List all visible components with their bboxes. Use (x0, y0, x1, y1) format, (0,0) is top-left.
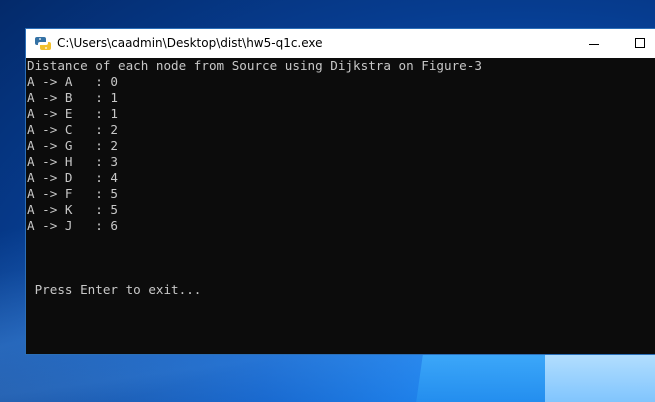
console-result-line: A -> B : 1 (27, 90, 118, 105)
console-result-line: A -> H : 3 (27, 154, 118, 169)
console-result-line: A -> J : 6 (27, 218, 118, 233)
window-title: C:\Users\caadmin\Desktop\dist\hw5-q1c.ex… (57, 36, 323, 50)
console-result-line: A -> D : 4 (27, 170, 118, 185)
wallpaper-window-pane-highlight (545, 355, 655, 402)
maximize-icon (635, 38, 645, 48)
console-header-line: Distance of each node from Source using … (27, 58, 482, 73)
console-result-line: A -> A : 0 (27, 74, 118, 89)
minimize-button[interactable] (571, 29, 617, 58)
console-window[interactable]: C:\Users\caadmin\Desktop\dist\hw5-q1c.ex… (26, 29, 655, 354)
console-result-line: A -> K : 5 (27, 202, 118, 217)
console-result-line: A -> E : 1 (27, 106, 118, 121)
console-result-line: A -> F : 5 (27, 186, 118, 201)
console-output[interactable]: Distance of each node from Source using … (26, 58, 655, 354)
python-icon (35, 36, 51, 51)
minimize-icon (589, 44, 599, 45)
title-bar[interactable]: C:\Users\caadmin\Desktop\dist\hw5-q1c.ex… (26, 29, 655, 58)
console-result-line: A -> G : 2 (27, 138, 118, 153)
maximize-button[interactable] (617, 29, 655, 58)
console-result-line: A -> C : 2 (27, 122, 118, 137)
console-exit-prompt: Press Enter to exit... (27, 282, 202, 297)
